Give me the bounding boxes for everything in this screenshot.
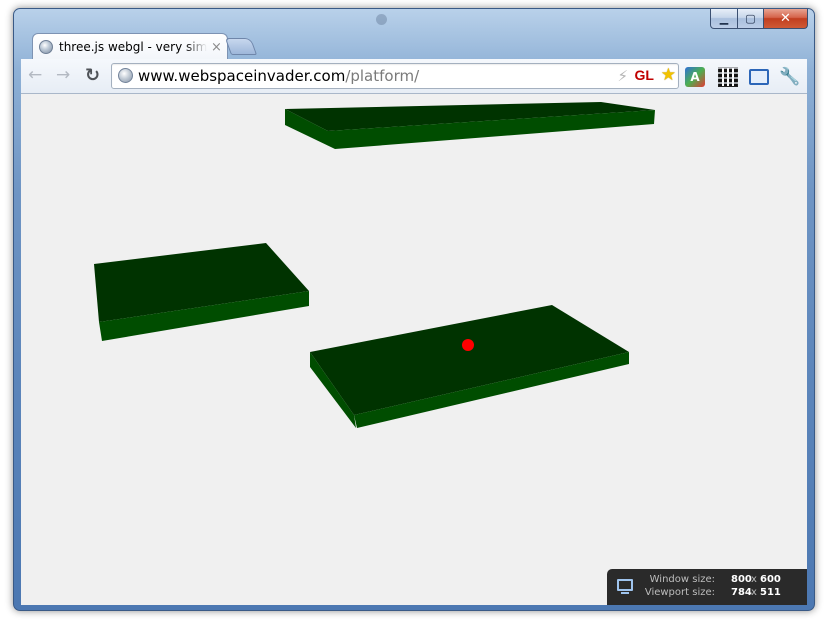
- new-tab-button[interactable]: [224, 38, 258, 55]
- site-globe-icon: [118, 68, 133, 83]
- qr-code-extension-icon[interactable]: [718, 67, 738, 87]
- globe-icon: [39, 40, 53, 54]
- maximize-button[interactable]: ▢: [738, 9, 764, 29]
- address-bar[interactable]: www.webspaceinvader.com/platform/ ⚡ GL ★: [111, 63, 679, 89]
- tab-close-icon[interactable]: ×: [211, 40, 222, 55]
- browser-toolbar: ← → ↻ www.webspaceinvader.com/platform/ …: [21, 59, 807, 94]
- browser-tab[interactable]: three.js webgl - very simple ×: [32, 33, 228, 60]
- background-window-icon: [376, 14, 387, 25]
- window-width-value: 800: [731, 574, 752, 585]
- browser-window: ▁ ▢ ✕ three.js webgl - very simple × ← →…: [13, 8, 815, 611]
- viewport-height-value: 511: [760, 587, 781, 598]
- window-x-separator: x: [751, 574, 757, 585]
- window-resizer-extension-icon[interactable]: [749, 69, 769, 85]
- address-host: www.webspaceinvader.com: [138, 67, 346, 85]
- red-marker-dot: [462, 339, 474, 351]
- window-size-label: Window size:: [649, 574, 715, 585]
- address-url[interactable]: www.webspaceinvader.com/platform/: [138, 67, 419, 85]
- webgl-badge-icon[interactable]: GL: [635, 67, 654, 83]
- reload-icon[interactable]: ↻: [85, 67, 100, 85]
- window-resizer-overlay: Window size: 800 x 600 Viewport size: 78…: [607, 569, 807, 605]
- viewport-x-separator: x: [751, 587, 757, 598]
- window-size-row: Window size: 800 x 600: [607, 574, 807, 587]
- viewport-size-row: Viewport size: 784 x 511: [607, 587, 807, 600]
- translate-extension-icon[interactable]: A: [685, 67, 705, 87]
- close-button[interactable]: ✕: [764, 9, 808, 29]
- lightning-icon[interactable]: ⚡: [617, 67, 628, 85]
- caption-buttons: ▁ ▢ ✕: [710, 9, 808, 29]
- viewport-width-value: 784: [731, 587, 752, 598]
- back-arrow-icon[interactable]: ←: [28, 67, 42, 84]
- forward-arrow-icon[interactable]: →: [56, 67, 70, 84]
- window-height-value: 600: [760, 574, 781, 585]
- viewport-size-label: Viewport size:: [644, 587, 715, 598]
- minimize-button[interactable]: ▁: [710, 9, 738, 29]
- tab-title: three.js webgl - very simple: [59, 40, 207, 54]
- wrench-menu-icon[interactable]: 🔧: [779, 67, 800, 87]
- webgl-viewport[interactable]: Window size: 800 x 600 Viewport size: 78…: [21, 94, 807, 605]
- webgl-scene: [94, 102, 655, 428]
- address-path: /platform/: [345, 67, 420, 85]
- bookmark-star-icon[interactable]: ★: [661, 65, 676, 85]
